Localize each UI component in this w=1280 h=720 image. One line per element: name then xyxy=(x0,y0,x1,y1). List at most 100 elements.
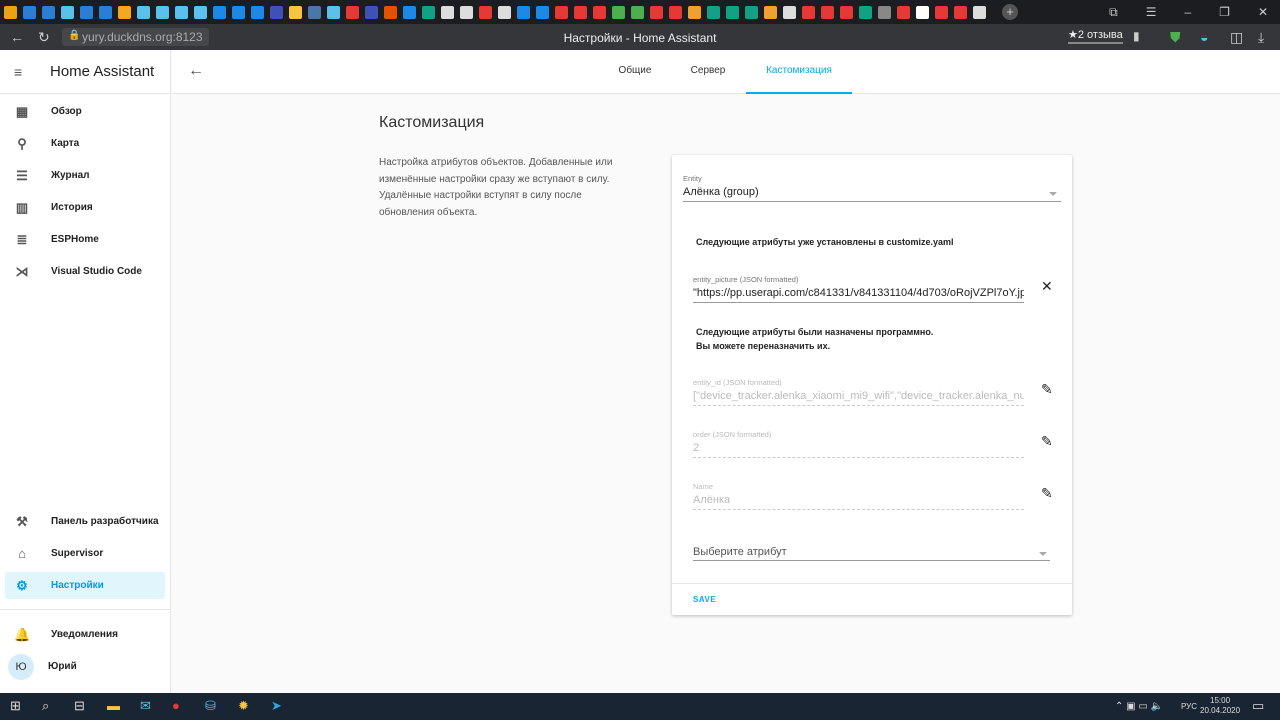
browser-tab-favicon[interactable] xyxy=(194,5,207,19)
app-icon[interactable]: ⛁ xyxy=(205,698,216,714)
notification-center-icon[interactable]: ▭ xyxy=(1252,698,1264,714)
pencil-icon[interactable]: ✎ xyxy=(1041,485,1053,502)
extension-icon[interactable]: ◒ xyxy=(1200,29,1208,45)
browser-tab-favicon[interactable] xyxy=(99,5,112,19)
attribute-select[interactable]: Выберите атрибут xyxy=(693,546,787,558)
browser-tab-favicon[interactable] xyxy=(80,5,93,19)
search-icon[interactable]: ⌕ xyxy=(42,698,49,714)
browser-tab-favicon[interactable] xyxy=(707,5,720,19)
sidebar-item[interactable]: ⚙ Настройки xyxy=(5,572,165,599)
close-icon[interactable]: ✕ xyxy=(1041,278,1053,295)
menu-icon[interactable]: ☰ xyxy=(1146,5,1157,19)
browser-tab-favicon[interactable] xyxy=(783,5,796,19)
browser-tab-favicon[interactable] xyxy=(384,5,397,19)
close-button[interactable]: ✕ xyxy=(1258,5,1268,19)
browser-tab-favicon[interactable] xyxy=(878,5,891,19)
browser-tab-favicon[interactable] xyxy=(954,5,967,19)
sidebar-item[interactable]: ⚲ Карта xyxy=(5,130,165,157)
menu-toggle-icon[interactable]: ≡ xyxy=(14,64,34,80)
task-view-icon[interactable]: ⊟ xyxy=(74,698,85,714)
sidebar-item[interactable]: 🔔 Уведомления xyxy=(5,621,165,648)
tray-icons[interactable]: ⌃ ▣ ▭ 🔈 xyxy=(1115,701,1163,712)
dropdown-arrow-icon[interactable] xyxy=(1049,192,1057,196)
telegram-icon[interactable]: ➤ xyxy=(271,698,282,714)
browser-tab-favicon[interactable] xyxy=(270,5,283,19)
tab-server[interactable]: Сервер xyxy=(684,50,732,94)
browser-tab-favicon[interactable] xyxy=(175,5,188,19)
browser-tab-favicon[interactable] xyxy=(61,5,74,19)
collections-icon[interactable]: ⧉ xyxy=(1109,5,1118,20)
explorer-icon[interactable]: ▬ xyxy=(107,698,120,713)
clock[interactable]: 15:00 20.04.2020 xyxy=(1200,696,1240,716)
sidebar-item[interactable]: ▥ История xyxy=(5,194,165,221)
sidebar-user[interactable]: Ю Юрий xyxy=(5,653,165,680)
browser-tab-favicon[interactable] xyxy=(479,5,492,19)
browser-tab-favicon[interactable] xyxy=(631,5,644,19)
browser-tab-favicon[interactable] xyxy=(346,5,359,19)
browser-tab-favicon[interactable] xyxy=(460,5,473,19)
reviews-button[interactable]: ★2 отзыва xyxy=(1068,28,1123,44)
browser-tab-favicon[interactable] xyxy=(764,5,777,19)
browser-tab-favicon[interactable] xyxy=(422,5,435,19)
browser-tab-favicon[interactable] xyxy=(840,5,853,19)
browser-tab-favicon[interactable] xyxy=(973,5,986,19)
browser-tab-favicon[interactable] xyxy=(555,5,568,19)
browser-tab-favicon[interactable] xyxy=(441,5,454,19)
minimize-button[interactable]: – xyxy=(1184,5,1191,19)
browser-tab-favicon[interactable] xyxy=(916,5,929,19)
sidebar-item[interactable]: ⌂ Supervisor xyxy=(5,540,165,567)
browser-tab-favicon[interactable] xyxy=(517,5,530,19)
browser-tab-favicon[interactable] xyxy=(859,5,872,19)
download-icon[interactable]: ⤓ xyxy=(1258,29,1264,46)
browser-tab-favicon[interactable] xyxy=(536,5,549,19)
browser-tab-favicon[interactable] xyxy=(897,5,910,19)
pencil-icon[interactable]: ✎ xyxy=(1041,381,1053,398)
browser-tab-favicon[interactable] xyxy=(23,5,36,19)
browser-tab-favicon[interactable] xyxy=(726,5,739,19)
browser-tab-favicon[interactable] xyxy=(688,5,701,19)
windows-start-icon[interactable]: ⊞ xyxy=(10,698,21,714)
browser-tab-favicon[interactable] xyxy=(498,5,511,19)
browser-tab-favicon[interactable] xyxy=(289,5,302,19)
browser-tab-favicon[interactable] xyxy=(403,5,416,19)
browser-tab-favicon[interactable] xyxy=(118,5,131,19)
browser-tab-favicon[interactable] xyxy=(593,5,606,19)
pencil-icon[interactable]: ✎ xyxy=(1041,433,1053,450)
restore-button[interactable]: ❐ xyxy=(1219,5,1230,19)
save-button[interactable]: SAVE xyxy=(693,595,716,604)
tab-general[interactable]: Общие xyxy=(612,50,658,94)
yandex-browser-icon[interactable]: ● xyxy=(172,698,180,713)
new-tab-button[interactable]: + xyxy=(1002,4,1018,20)
browser-tab-favicon[interactable] xyxy=(574,5,587,19)
browser-tab-favicon[interactable] xyxy=(650,5,663,19)
dropdown-arrow-icon[interactable] xyxy=(1039,552,1047,556)
browser-tab-favicon[interactable] xyxy=(669,5,682,19)
tab-customization[interactable]: Кастомизация xyxy=(746,50,852,94)
browser-tab-favicon[interactable] xyxy=(745,5,758,19)
sidebar-item[interactable]: ⚒ Панель разработчика xyxy=(5,508,165,535)
browser-tab-favicon[interactable] xyxy=(308,5,321,19)
sidebar-item[interactable]: ⋊ Visual Studio Code xyxy=(5,258,165,285)
sidebar-icon[interactable]: ◫ xyxy=(1230,29,1243,46)
browser-tab-favicon[interactable] xyxy=(935,5,948,19)
browser-tab-favicon[interactable] xyxy=(612,5,625,19)
bookmark-icon[interactable]: ▮ xyxy=(1133,29,1140,43)
browser-tab-favicon[interactable] xyxy=(327,5,340,19)
browser-tab-favicon[interactable] xyxy=(802,5,815,19)
browser-tab-favicon[interactable] xyxy=(251,5,264,19)
browser-tab-favicon[interactable] xyxy=(4,5,17,19)
browser-tab-favicon[interactable] xyxy=(821,5,834,19)
picture-input[interactable]: "https://pp.userapi.com/c841331/v8413311… xyxy=(693,287,1024,299)
sidebar-item[interactable]: ≣ ESPHome xyxy=(5,226,165,253)
entity-select[interactable]: Алёнка (group) xyxy=(683,186,759,198)
browser-tab-favicon[interactable] xyxy=(156,5,169,19)
browser-tab-favicon[interactable] xyxy=(365,5,378,19)
app-icon[interactable]: ✹ xyxy=(238,698,249,714)
browser-tab-favicon[interactable] xyxy=(232,5,245,19)
language-indicator[interactable]: РУС xyxy=(1181,702,1197,711)
browser-tab-favicon[interactable] xyxy=(213,5,226,19)
sidebar-item[interactable]: ☰ Журнал xyxy=(5,162,165,189)
browser-tab-favicon[interactable] xyxy=(137,5,150,19)
shield-icon[interactable]: ⛊ xyxy=(1170,29,1181,46)
back-arrow-icon[interactable]: ← xyxy=(188,62,204,80)
